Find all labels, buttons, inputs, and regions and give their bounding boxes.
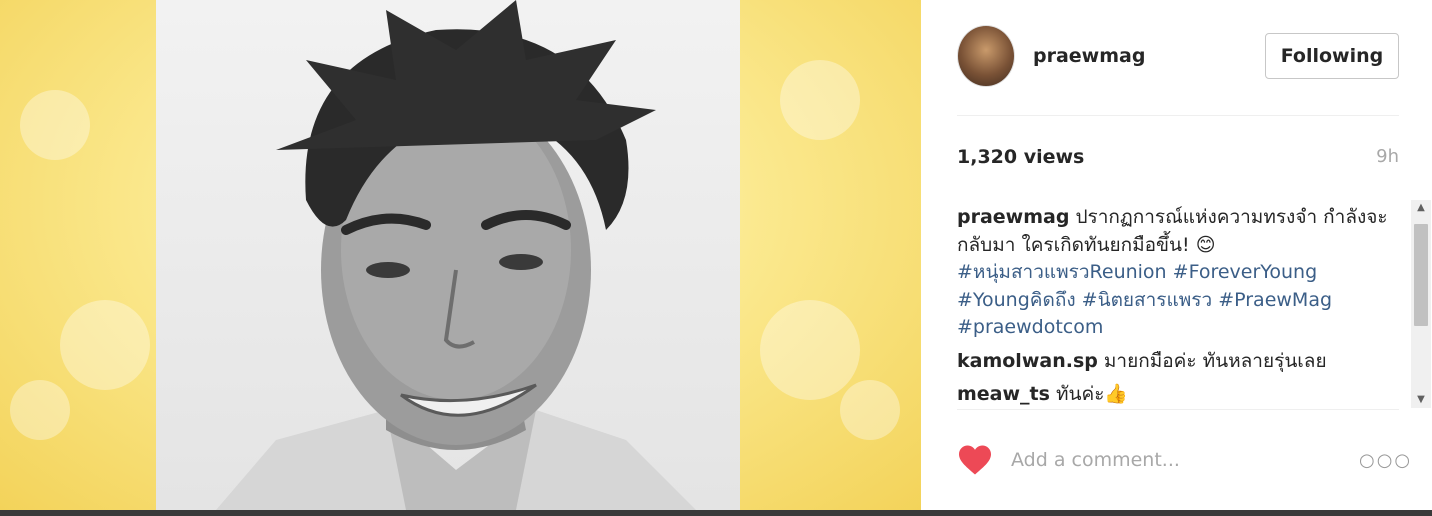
- comments-divider: [957, 409, 1399, 410]
- hashtag-link[interactable]: #Youngคิดถึง: [957, 289, 1076, 311]
- caption: praewmag ปรากฏการณ์แห่งความทรงจำ กำลังจะ…: [957, 204, 1407, 342]
- bokeh-light: [10, 380, 70, 440]
- window-bottom-edge: [0, 510, 1432, 516]
- comment-username[interactable]: meaw_ts: [957, 383, 1050, 405]
- portrait-illustration: [216, 0, 696, 510]
- comments-scrollbar[interactable]: ▲ ▼: [1411, 200, 1431, 408]
- hashtag-link[interactable]: #praewdotcom: [957, 316, 1103, 338]
- more-options-icon[interactable]: ○○○: [1359, 450, 1410, 471]
- bokeh-light: [760, 300, 860, 400]
- post-media[interactable]: [0, 0, 921, 510]
- post-username[interactable]: praewmag: [1033, 45, 1145, 67]
- comment-text: ทันค่ะ👍: [1056, 383, 1129, 405]
- post-side-panel: praewmag Following 1,320 views 9h praewm…: [921, 0, 1432, 510]
- bokeh-light: [840, 380, 900, 440]
- header-divider: [957, 115, 1399, 116]
- bokeh-light: [20, 90, 90, 160]
- avatar[interactable]: [957, 25, 1015, 87]
- bokeh-light: [60, 300, 150, 390]
- following-button[interactable]: Following: [1265, 33, 1399, 79]
- heart-icon[interactable]: [957, 444, 993, 476]
- add-comment-input[interactable]: [1011, 442, 1359, 478]
- post-stats: 1,320 views 9h: [957, 146, 1399, 168]
- comment-text: มายกมือค่ะ ทันหลายรุ่นเลย: [1103, 349, 1327, 372]
- scroll-thumb[interactable]: [1414, 224, 1428, 326]
- comment-username[interactable]: kamolwan.sp: [957, 350, 1098, 372]
- hashtag-link[interactable]: #นิตยสารแพรว: [1082, 289, 1213, 311]
- caption-username[interactable]: praewmag: [957, 206, 1069, 228]
- post-timestamp[interactable]: 9h: [1376, 146, 1399, 168]
- scroll-down-arrow-icon[interactable]: ▼: [1411, 392, 1431, 408]
- post-header: praewmag Following: [957, 24, 1399, 88]
- portrait-photo: [156, 0, 740, 510]
- comment-item: meaw_ts ทันค่ะ👍: [957, 381, 1407, 408]
- view-count[interactable]: 1,320 views: [957, 146, 1084, 168]
- hashtag-link[interactable]: #ForeverYoung: [1173, 261, 1317, 283]
- scroll-up-arrow-icon[interactable]: ▲: [1411, 200, 1431, 216]
- hashtag-link[interactable]: #หนุ่มสาวแพรวReunion: [957, 261, 1167, 283]
- comment-item: kamolwan.sp มายกมือค่ะ ทันหลายรุ่นเลย: [957, 348, 1407, 376]
- bokeh-light: [780, 60, 860, 140]
- comment-action-row: ○○○: [957, 440, 1410, 480]
- comments-list[interactable]: praewmag ปรากฏการณ์แห่งความทรงจำ กำลังจะ…: [957, 204, 1407, 408]
- hashtag-link[interactable]: #PraewMag: [1218, 289, 1332, 311]
